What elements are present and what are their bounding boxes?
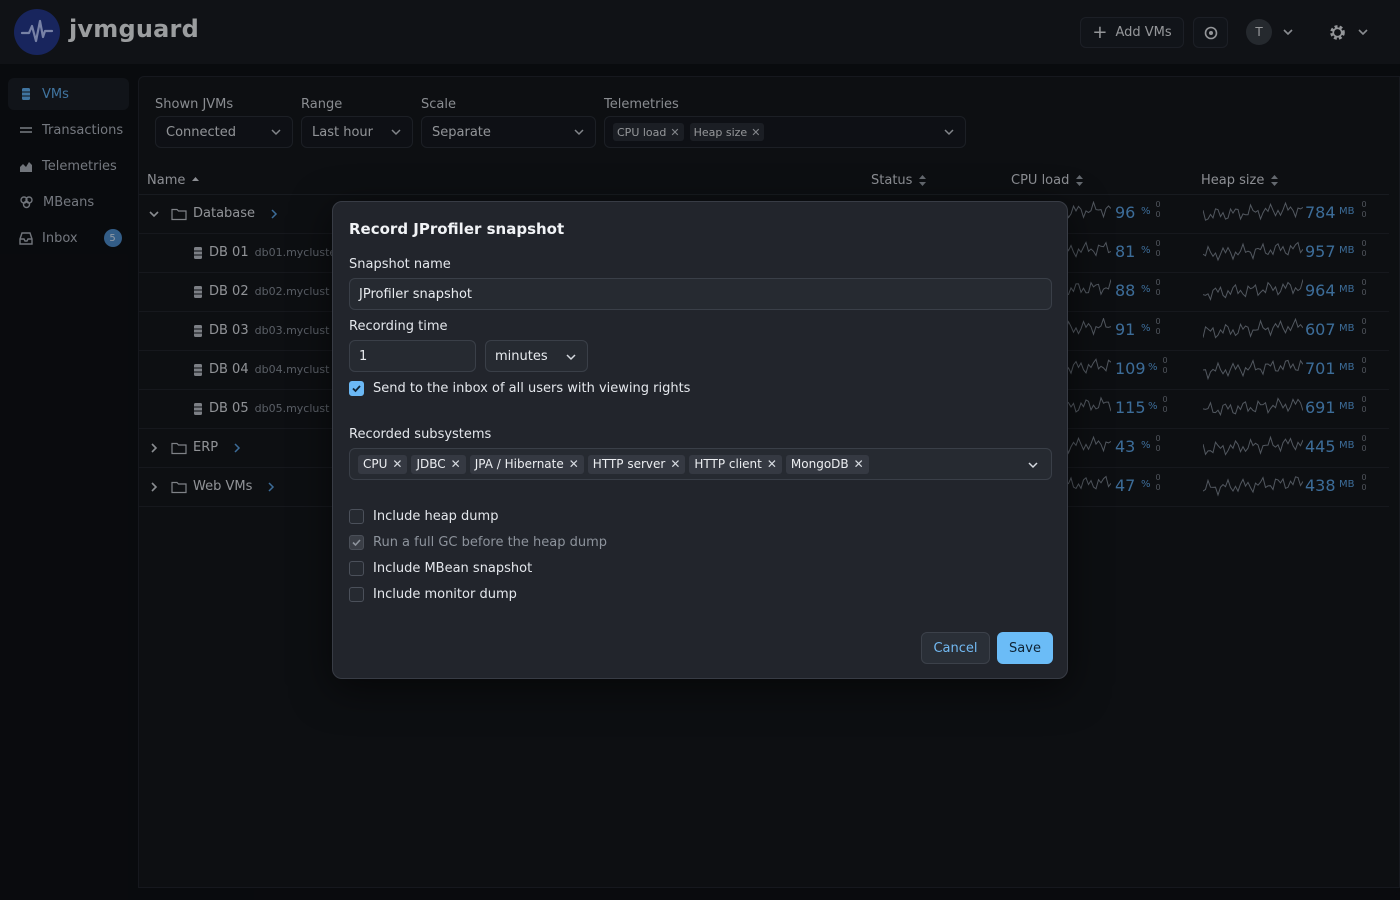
record-snapshot-dialog: Record JProfiler snapshot Snapshot name …: [332, 201, 1068, 679]
chip-label: HTTP client: [694, 457, 762, 471]
snapshot-name-value: JProfiler snapshot: [359, 286, 473, 302]
subsystem-chip-http-server[interactable]: HTTP server ✕: [587, 454, 686, 474]
subsystem-chip-jdbc[interactable]: JDBC ✕: [411, 454, 466, 474]
recording-time-input[interactable]: 1: [349, 340, 476, 372]
include-heap-dump-row[interactable]: Include heap dump: [349, 509, 498, 524]
send-inbox-label: Send to the inbox of all users with view…: [373, 381, 691, 396]
save-button[interactable]: Save: [997, 632, 1053, 664]
include-mbean-snapshot-row[interactable]: Include MBean snapshot: [349, 561, 532, 576]
full-gc-row: Run a full GC before the heap dump: [349, 535, 607, 550]
checkmark-icon: [352, 539, 361, 547]
recorded-subsystems-label: Recorded subsystems: [349, 427, 492, 442]
include-monitor-dump-checkbox[interactable]: [349, 587, 364, 602]
chevron-down-icon: [566, 354, 576, 361]
include-heap-dump-checkbox[interactable]: [349, 509, 364, 524]
option-label: Include monitor dump: [373, 587, 517, 602]
option-label: Include heap dump: [373, 509, 499, 524]
remove-chip-icon[interactable]: ✕: [854, 457, 864, 471]
subsystems-multiselect[interactable]: CPU ✕ JDBC ✕ JPA / Hibernate ✕ HTTP server ✕…: [349, 448, 1052, 480]
cancel-button[interactable]: Cancel: [921, 632, 990, 664]
subsystem-chip-jpa[interactable]: JPA / Hibernate ✕: [469, 454, 584, 474]
recording-time-unit-select[interactable]: minutes: [485, 340, 588, 372]
option-label: Include MBean snapshot: [373, 561, 533, 576]
full-gc-checkbox: [349, 535, 364, 550]
chip-label: MongoDB: [790, 457, 849, 471]
snapshot-name-label: Snapshot name: [349, 257, 451, 272]
recording-time-label: Recording time: [349, 319, 448, 334]
option-label: Run a full GC before the heap dump: [373, 535, 608, 550]
recording-time-unit-value: minutes: [495, 348, 548, 364]
subsystem-chip-http-client[interactable]: HTTP client ✕: [689, 454, 782, 474]
chip-label: CPU: [363, 457, 388, 471]
include-monitor-dump-row[interactable]: Include monitor dump: [349, 587, 517, 602]
dialog-title: Record JProfiler snapshot: [349, 220, 565, 238]
remove-chip-icon[interactable]: ✕: [670, 457, 680, 471]
snapshot-name-input[interactable]: JProfiler snapshot: [349, 278, 1052, 310]
chip-label: JDBC: [416, 457, 446, 471]
remove-chip-icon[interactable]: ✕: [392, 457, 402, 471]
chip-label: HTTP server: [592, 457, 666, 471]
remove-chip-icon[interactable]: ✕: [569, 457, 579, 471]
checkmark-icon: [352, 385, 361, 393]
remove-chip-icon[interactable]: ✕: [451, 457, 461, 471]
chip-label: JPA / Hibernate: [474, 457, 564, 471]
remove-chip-icon[interactable]: ✕: [767, 457, 777, 471]
include-mbean-snapshot-checkbox[interactable]: [349, 561, 364, 576]
subsystem-chip-cpu[interactable]: CPU ✕: [358, 454, 408, 474]
send-inbox-checkbox-row[interactable]: Send to the inbox of all users with view…: [349, 381, 690, 396]
chevron-down-icon: [1028, 462, 1038, 469]
subsystem-chip-mongodb[interactable]: MongoDB ✕: [785, 454, 869, 474]
send-inbox-checkbox[interactable]: [349, 381, 364, 396]
recording-time-value: 1: [359, 348, 368, 364]
